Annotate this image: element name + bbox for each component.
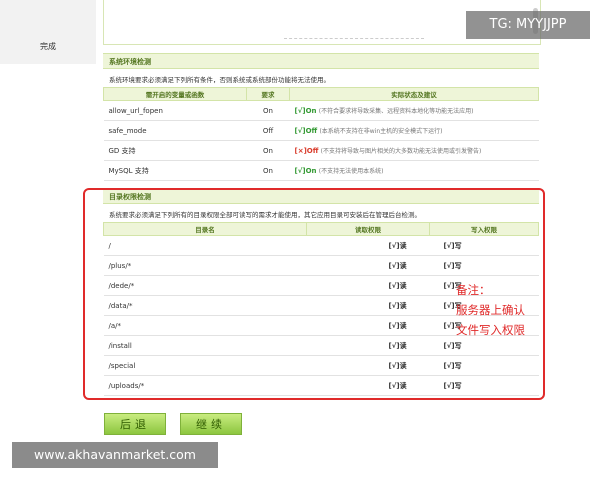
table-row: MySQL 支持 On [√]On (不支持无法使用本系统) [103,160,539,181]
env-status-cell: [√]On (不支持无法使用本系统) [289,160,539,181]
env-status-cell: [×]Off (不支持将导致与图片相关的大多数功能无法使用或引发警告) [289,140,539,161]
env-req: Off [246,120,290,141]
env-col-status: 实际状态及建议 [289,87,539,101]
env-note: (本系统不支持在非win主机的安全模式下运行) [319,128,443,135]
env-name: safe_mode [103,120,247,141]
env-req: On [246,140,290,161]
env-table-header: 需开启的变量或函数 要求 实际状态及建议 [103,87,539,101]
nav-item-done[interactable]: 完成 [40,41,56,52]
continue-button[interactable]: 继续 [180,413,242,435]
env-req: On [246,100,290,121]
env-note: (不支持无法使用本系统) [318,168,384,175]
table-row: safe_mode Off [√]Off (本系统不支持在非win主机的安全模式… [103,120,539,141]
env-req: On [246,160,290,181]
env-name: GD 支持 [103,140,247,161]
status-ok: [√]Off [294,127,318,135]
env-col-name: 需开启的变量或函数 [103,87,247,101]
left-nav: 完成 [0,0,96,64]
watermark-site: www.akhavanmarket.com [12,442,218,468]
env-note: (不支持将导致与图片相关的大多数功能无法使用或引发警告) [320,148,482,155]
env-section-description: 系统环境要求必须满足下列所有条件，否则系统或系统部份功能将无法使用。 [109,76,330,84]
annotation-line: 服务器上确认 [456,303,525,317]
env-note: (不符合要求将导致采集、远程资料本地化等功能无法应用) [318,108,474,115]
table-row: GD 支持 On [×]Off (不支持将导致与图片相关的大多数功能无法使用或引… [103,140,539,161]
status-error: [×]Off [294,147,319,155]
env-status-cell: [√]On (不符合要求将导致采集、远程资料本地化等功能无法应用) [289,100,539,121]
table-row: allow_url_fopen On [√]On (不符合要求将导致采集、远程资… [103,100,539,121]
annotation-line: 文件写入权限 [456,323,525,337]
annotation: 备注： 服务器上确认 文件写入权限 [456,280,525,340]
status-ok: [√]On [294,107,317,115]
env-col-req: 要求 [246,87,290,101]
env-name: MySQL 支持 [103,160,247,181]
env-status-cell: [√]Off (本系统不支持在非win主机的安全模式下运行) [289,120,539,141]
status-ok: [√]On [294,167,317,175]
dashed-divider [284,38,424,40]
env-table: 需开启的变量或函数 要求 实际状态及建议 allow_url_fopen On … [103,87,539,181]
env-section-title: 系统环境检测 [103,53,539,69]
watermark-tg: TG: MYYJJPP [466,11,590,39]
env-name: allow_url_fopen [103,100,247,121]
back-button[interactable]: 后退 [104,413,166,435]
annotation-line: 备注： [456,283,491,297]
